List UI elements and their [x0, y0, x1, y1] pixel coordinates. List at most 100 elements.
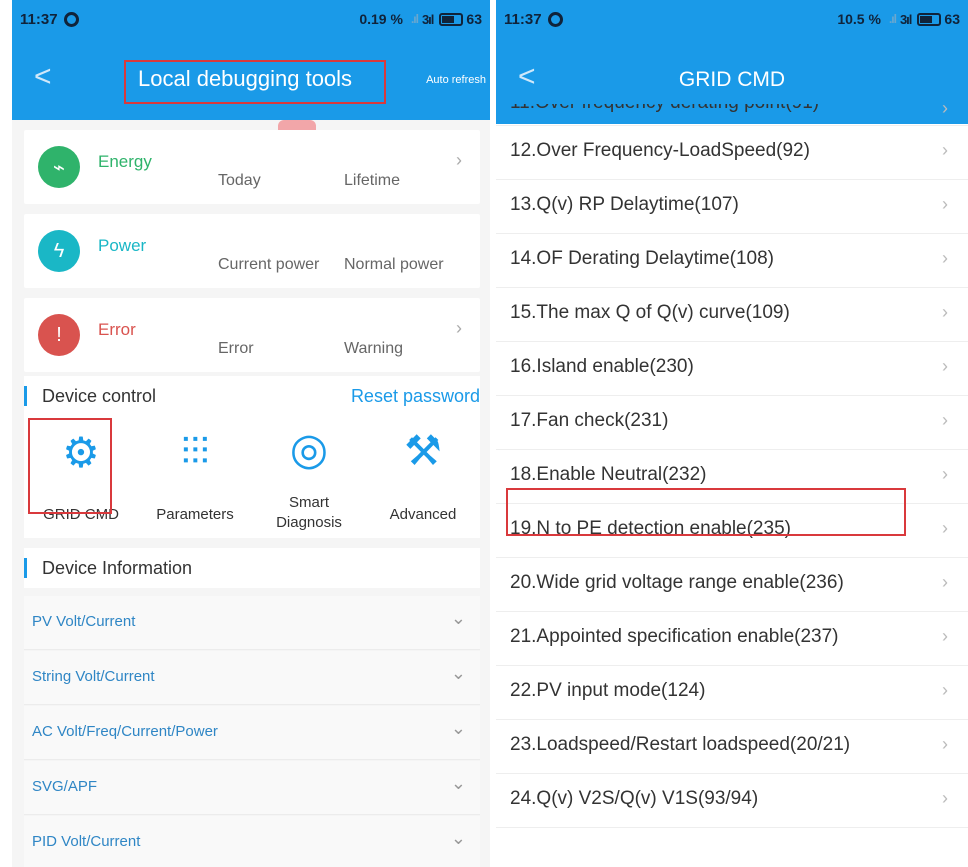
info-label: SVG/APF	[32, 778, 98, 795]
cmd-label: 22.PV input mode(124)	[510, 680, 706, 701]
cmd-row[interactable]: 16.Island enable(230) ›	[496, 342, 968, 396]
network-speed: 0.19 %	[359, 11, 403, 27]
chevron-right-icon: ›	[942, 626, 948, 646]
control-label: Advanced	[389, 506, 457, 523]
cmd-label: 16.Island enable(230)	[510, 356, 694, 377]
chevron-right-icon: ›	[942, 464, 948, 484]
cmd-row[interactable]: 13.Q(v) RP Delaytime(107) ›	[496, 180, 968, 234]
chevron-right-icon: ›	[942, 680, 948, 700]
cmd-label: 23.Loadspeed/Restart loadspeed(20/21)	[510, 734, 851, 755]
cmd-row[interactable]: 15.The max Q of Q(v) curve(109) ›	[496, 288, 968, 342]
status-bar: 11:37 10.5 % .ıl 3ıl 63	[496, 0, 968, 38]
chevron-right-icon: ›	[942, 248, 948, 268]
info-row-string[interactable]: String Volt/Current ⌄	[24, 651, 480, 705]
info-row-ac[interactable]: AC Volt/Freq/Current/Power ⌄	[24, 706, 480, 760]
control-label-line2: Diagnosis	[276, 514, 342, 531]
battery-level: 63	[944, 11, 960, 27]
cmd-row[interactable]: 22.PV input mode(124) ›	[496, 666, 968, 720]
info-row-pv[interactable]: PV Volt/Current ⌄	[24, 596, 480, 650]
status-bar: 11:37 0.19 % .ıl 3ıl 63	[12, 0, 490, 38]
signal-icon: 3ıl	[899, 11, 913, 27]
chevron-down-icon: ⌄	[450, 828, 466, 848]
info-label: PID Volt/Current	[32, 833, 141, 850]
reset-password-link[interactable]: Reset password	[351, 386, 480, 407]
card-title: Error	[98, 320, 136, 339]
chevron-right-icon: ›	[456, 318, 462, 338]
control-label-line1: Smart	[288, 494, 329, 511]
cmd-label: 18.Enable Neutral(232)	[510, 464, 707, 485]
info-label: AC Volt/Freq/Current/Power	[32, 723, 218, 740]
section-title: Device Information	[42, 558, 193, 578]
power-card[interactable]: ϟ Power Current power Normal power	[24, 214, 480, 288]
cmd-label: 11.Over frequency derating point(91)	[510, 104, 819, 114]
cmd-row[interactable]: 17.Fan check(231) ›	[496, 396, 968, 450]
cmd-label: 15.The max Q of Q(v) curve(109)	[510, 302, 790, 323]
page-title: GRID CMD	[678, 68, 786, 91]
device-information-header: Device Information	[24, 548, 480, 588]
card-title: Energy	[98, 152, 152, 171]
battery-icon	[439, 12, 464, 26]
auto-refresh-button[interactable]: Auto refresh	[426, 74, 486, 86]
back-icon[interactable]: <	[34, 62, 52, 92]
cmd-row[interactable]: 12.Over Frequency-LoadSpeed(92) ›	[496, 126, 968, 180]
signal-icon: .ıl	[888, 12, 897, 26]
chevron-right-icon: ›	[942, 302, 948, 322]
cmd-row-partial[interactable]: 11.Over frequency derating point(91) ›	[496, 104, 968, 126]
cmd-row[interactable]: 21.Appointed specification enable(237) ›	[496, 612, 968, 666]
info-row-svg[interactable]: SVG/APF ⌄	[24, 761, 480, 815]
sliders-icon: ⫶⫶⫶	[180, 432, 210, 474]
chevron-right-icon: ›	[942, 140, 948, 160]
battery-level: 63	[466, 11, 482, 27]
right-phone-screen: 11:37 10.5 % .ıl 3ıl 63 < GRID CMD 11.Ov…	[496, 0, 968, 867]
tools-icon: ⚒	[404, 427, 442, 474]
chevron-right-icon: ›	[942, 788, 948, 808]
cmd-label: 20.Wide grid voltage range enable(236)	[510, 572, 844, 593]
chevron-down-icon: ⌄	[450, 663, 466, 683]
chevron-down-icon: ⌄	[450, 773, 466, 793]
radar-icon: ◎	[289, 425, 329, 474]
chevron-right-icon: ›	[942, 104, 948, 118]
cmd-row[interactable]: 20.Wide grid voltage range enable(236) ›	[496, 558, 968, 612]
info-label: String Volt/Current	[32, 668, 155, 685]
chevron-right-icon: ›	[942, 356, 948, 376]
card-value-current-power: Current power	[218, 256, 320, 273]
advanced-button[interactable]: ⚒ Advanced	[366, 414, 480, 538]
network-speed: 10.5 %	[837, 11, 881, 27]
info-row-pid[interactable]: PID Volt/Current ⌄	[24, 816, 480, 867]
card-value-normal-power: Normal power	[344, 256, 444, 273]
left-phone-screen: 11:37 0.19 % .ıl 3ıl 63 < Local debuggin…	[12, 0, 490, 867]
device-control-header: Device control Reset password	[24, 376, 480, 416]
cmd-label: 12.Over Frequency-LoadSpeed(92)	[510, 140, 810, 161]
highlight-box	[28, 418, 112, 514]
card-value-lifetime: Lifetime	[344, 172, 401, 189]
cmd-row[interactable]: 24.Q(v) V2S/Q(v) V1S(93/94) ›	[496, 774, 968, 828]
chevron-down-icon: ⌄	[450, 608, 466, 628]
highlight-box	[506, 488, 906, 536]
error-icon: !	[38, 314, 80, 356]
info-label: PV Volt/Current	[32, 613, 136, 630]
cmd-label: 13.Q(v) RP Delaytime(107)	[510, 194, 739, 215]
card-value-today: Today	[218, 172, 261, 189]
cmd-label: 21.Appointed specification enable(237)	[510, 626, 839, 647]
section-title: Device control	[42, 386, 157, 406]
energy-card[interactable]: ⌁ Energy Today Lifetime ›	[24, 130, 480, 204]
error-card[interactable]: ! Error Error Warning ›	[24, 298, 480, 372]
card-title: Power	[98, 236, 147, 255]
smart-diagnosis-button[interactable]: ◎ Smart Diagnosis	[252, 414, 366, 538]
power-icon: ϟ	[38, 230, 80, 272]
section-accent	[24, 386, 27, 406]
chevron-down-icon: ⌄	[450, 718, 466, 738]
highlight-box	[124, 60, 386, 104]
section-accent	[24, 558, 27, 578]
energy-icon: ⌁	[38, 146, 80, 188]
card-value-error: Error	[218, 340, 254, 357]
parameters-button[interactable]: ⫶⫶⫶ Parameters	[138, 414, 252, 538]
cmd-row[interactable]: 14.OF Derating Delaytime(108) ›	[496, 234, 968, 288]
chevron-right-icon: ›	[456, 150, 462, 170]
chevron-right-icon: ›	[942, 734, 948, 754]
cmd-row[interactable]: 23.Loadspeed/Restart loadspeed(20/21) ›	[496, 720, 968, 774]
notification-icon	[63, 11, 79, 27]
cmd-label: 14.OF Derating Delaytime(108)	[510, 248, 774, 269]
chevron-right-icon: ›	[942, 194, 948, 214]
chevron-right-icon: ›	[942, 410, 948, 430]
